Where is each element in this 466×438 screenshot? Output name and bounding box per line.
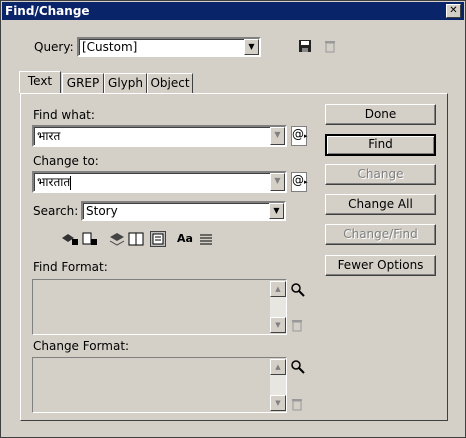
change-format-box[interactable]: ▲ ▼: [32, 357, 287, 413]
find-format-label: Find Format:: [33, 260, 108, 274]
find-what-field[interactable]: भारत ▼: [32, 125, 287, 147]
scroll-up-icon[interactable]: ▲: [270, 359, 286, 375]
done-button[interactable]: Done: [325, 104, 436, 125]
scrollbar[interactable]: ▲ ▼: [270, 281, 286, 333]
search-select[interactable]: Story ▼: [81, 201, 286, 221]
query-value: [Custom]: [82, 40, 138, 54]
scroll-up-icon[interactable]: ▲: [270, 281, 286, 297]
query-select[interactable]: [Custom] ▼: [77, 37, 261, 57]
change-find-button[interactable]: Change/Find: [325, 224, 436, 245]
include-master-pages-icon[interactable]: [128, 232, 144, 246]
close-icon[interactable]: ✕: [446, 4, 461, 18]
change-to-label: Change to:: [33, 154, 99, 168]
chevron-down-icon[interactable]: ▼: [270, 173, 285, 191]
search-value: Story: [86, 204, 118, 218]
clear-attributes-icon[interactable]: [290, 397, 304, 411]
include-locked-stories-icon[interactable]: [82, 232, 98, 246]
search-label: Search:: [33, 204, 79, 218]
find-what-value: भारत: [37, 129, 61, 143]
change-to-field[interactable]: भारतात ▼: [32, 171, 287, 193]
include-locked-layers-icon[interactable]: [61, 232, 79, 246]
scrollbar[interactable]: ▲ ▼: [270, 359, 286, 411]
whole-word-icon[interactable]: [198, 232, 214, 246]
title-bar: Find/Change ✕: [2, 2, 464, 20]
find-change-dialog: Find/Change ✕ Query: [Custom] ▼ Text GRE…: [0, 0, 466, 438]
include-footnotes-icon[interactable]: [150, 231, 166, 247]
window-title: Find/Change: [5, 4, 90, 18]
scroll-down-icon[interactable]: ▼: [270, 317, 286, 333]
find-format-box[interactable]: ▲ ▼: [32, 279, 287, 335]
scroll-down-icon[interactable]: ▼: [270, 395, 286, 411]
chevron-down-icon[interactable]: ▼: [269, 203, 284, 219]
change-button[interactable]: Change: [325, 164, 436, 185]
specify-attributes-icon[interactable]: [290, 359, 306, 375]
change-all-button[interactable]: Change All: [325, 194, 436, 215]
chevron-down-icon[interactable]: ▼: [270, 127, 285, 145]
special-characters-icon[interactable]: @▸: [291, 172, 308, 192]
fewer-options-button[interactable]: Fewer Options: [325, 255, 436, 276]
clear-attributes-icon[interactable]: [290, 318, 304, 332]
find-button[interactable]: Find: [325, 134, 436, 156]
query-label: Query:: [34, 40, 74, 54]
change-format-label: Change Format:: [33, 339, 130, 353]
tab-object[interactable]: Object: [147, 73, 193, 93]
include-hidden-layers-icon[interactable]: [109, 232, 125, 246]
find-what-label: Find what:: [33, 108, 95, 122]
chevron-down-icon[interactable]: ▼: [244, 39, 259, 55]
delete-query-icon[interactable]: [323, 39, 337, 53]
specify-attributes-icon[interactable]: [290, 282, 306, 298]
tab-glyph[interactable]: Glyph: [104, 73, 147, 93]
tab-text[interactable]: Text: [19, 71, 61, 93]
text-caret: [70, 175, 72, 190]
change-to-value: भारतात: [37, 175, 71, 189]
case-sensitive-icon[interactable]: Aa: [176, 232, 194, 246]
save-query-icon[interactable]: [298, 39, 312, 53]
tab-grep[interactable]: GREP: [62, 73, 104, 93]
special-characters-icon[interactable]: @▸: [291, 126, 308, 146]
